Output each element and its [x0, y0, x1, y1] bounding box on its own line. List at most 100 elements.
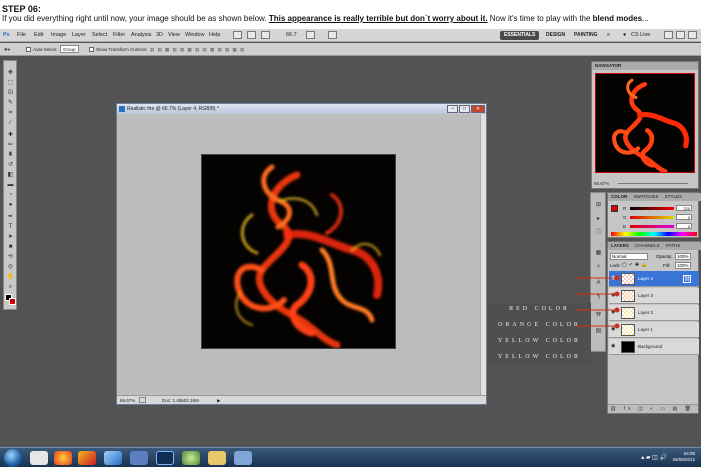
3d-camera-tool-icon[interactable]: ◎: [6, 263, 15, 271]
color-g-slider[interactable]: [630, 216, 674, 219]
dodge-tool-icon[interactable]: ●: [6, 201, 15, 209]
bridge-icon[interactable]: [233, 31, 242, 39]
brush-tool-icon[interactable]: ✏: [6, 141, 15, 149]
crop-tool-icon[interactable]: ⌗: [6, 109, 15, 117]
color-b-slider[interactable]: [630, 225, 674, 228]
quick-select-tool-icon[interactable]: ✎: [6, 99, 15, 107]
auto-select-option[interactable]: Auto-Select:: [26, 47, 58, 53]
workspace-essentials[interactable]: ESSENTIALS: [500, 31, 540, 40]
layer-name[interactable]: Layer 1: [638, 327, 653, 332]
layer-row-background[interactable]: ◉ Background: [609, 339, 699, 355]
photoshop-taskbar-icon[interactable]: [156, 451, 174, 465]
restore-app-icon[interactable]: [676, 31, 685, 39]
explorer-window-icon[interactable]: [130, 451, 148, 465]
chrome-icon[interactable]: [54, 451, 72, 465]
folder-icon[interactable]: [208, 451, 226, 465]
tab-swatches[interactable]: SWATCHES: [634, 194, 659, 199]
document-canvas[interactable]: [201, 154, 396, 349]
doc-minimize-button[interactable]: –: [447, 105, 458, 113]
lock-icons[interactable]: ▢✓✥🔒: [622, 262, 649, 268]
monitor-icon[interactable]: [234, 451, 252, 465]
color-r-slider[interactable]: [630, 207, 674, 210]
move-tool-icon[interactable]: ✥: [6, 69, 15, 77]
arrange-icon[interactable]: [306, 31, 315, 39]
status-icon[interactable]: [139, 397, 146, 403]
blend-mode-dropdown[interactable]: Normal: [610, 253, 648, 260]
transform-checkbox[interactable]: [89, 47, 94, 53]
lasso-tool-icon[interactable]: ᘏ: [6, 89, 15, 97]
navigator-preview[interactable]: [595, 73, 695, 173]
layer-link-icon[interactable]: ⛓: [683, 275, 691, 283]
navigator-tab[interactable]: NAVIGATOR: [592, 62, 698, 70]
system-tray-icons[interactable]: ▴ ▰ ◫ 🔊: [641, 454, 667, 461]
layers-footer-icons[interactable]: ⛓ fx ◫ ◐ ▭ ▤ 🗑: [608, 404, 698, 413]
minibridge-icon[interactable]: [247, 31, 256, 39]
visibility-eye-icon[interactable]: ◉: [611, 343, 617, 349]
transform-option[interactable]: Show Transform Controls: [89, 47, 147, 53]
color-foreground-swatch[interactable]: [611, 205, 618, 212]
color-r-value[interactable]: 220: [676, 205, 692, 211]
doc-maximize-button[interactable]: □: [459, 105, 470, 113]
move-tool-icon[interactable]: ✥▾: [4, 47, 10, 53]
healing-tool-icon[interactable]: ✚: [6, 131, 15, 139]
zoom-tool-icon[interactable]: ⌕: [6, 283, 15, 291]
menu-view[interactable]: View: [168, 32, 180, 38]
color-spectrum[interactable]: [611, 232, 697, 236]
auto-select-dropdown[interactable]: Group: [60, 45, 79, 53]
status-zoom[interactable]: 66.67%: [120, 396, 135, 405]
media-icon[interactable]: [182, 451, 200, 465]
color-g-value[interactable]: 0: [676, 214, 692, 220]
menu-window[interactable]: Window: [185, 32, 205, 38]
shape-tool-icon[interactable]: ■: [6, 243, 15, 251]
eraser-tool-icon[interactable]: ◧: [6, 171, 15, 179]
fill-field[interactable]: 100%: [675, 262, 691, 269]
align-icons[interactable]: ▥ ▤ ▦ ▧ ▨ ▩ ▥ ▤ ▦ ▧ ▨ ▩ ▥: [150, 47, 245, 53]
extras-icon[interactable]: [261, 31, 270, 39]
navigator-slider[interactable]: [618, 183, 688, 184]
menu-3d[interactable]: 3D: [156, 32, 163, 38]
auto-select-checkbox[interactable]: [26, 47, 31, 53]
type-tool-icon[interactable]: T: [6, 223, 15, 231]
menu-filter[interactable]: Filter: [113, 32, 125, 38]
doc-close-button[interactable]: ✕: [471, 105, 485, 113]
flash-icon[interactable]: [78, 451, 96, 465]
menu-select[interactable]: Select: [92, 32, 107, 38]
hand-tool-icon[interactable]: ✋: [6, 273, 15, 281]
minimize-app-icon[interactable]: [664, 31, 673, 39]
tab-color[interactable]: COLOR: [611, 194, 627, 199]
cs-live-icon[interactable]: ●: [623, 32, 626, 38]
path-select-tool-icon[interactable]: ➤: [6, 233, 15, 241]
close-app-icon[interactable]: [688, 31, 697, 39]
opacity-field[interactable]: 100%: [675, 253, 691, 260]
tab-styles[interactable]: STYLES: [665, 194, 682, 199]
pen-tool-icon[interactable]: ✒: [6, 213, 15, 221]
calculator-icon[interactable]: [30, 451, 48, 465]
workspace-more[interactable]: »: [603, 31, 614, 40]
info-icon[interactable]: ⓘ: [594, 229, 603, 237]
clone-source-icon[interactable]: ✧: [594, 263, 603, 271]
marquee-tool-icon[interactable]: ⬚: [6, 79, 15, 87]
brush-presets-icon[interactable]: ▦: [594, 249, 603, 257]
menu-layer[interactable]: Layer: [72, 32, 86, 38]
history-icon[interactable]: ⊞: [594, 201, 603, 209]
background-color-swatch[interactable]: [9, 298, 16, 305]
paint-icon[interactable]: [104, 451, 122, 465]
workspace-painting[interactable]: PAINTING: [570, 31, 602, 40]
workspace-design[interactable]: DESIGN: [542, 31, 569, 40]
color-b-value[interactable]: 0: [676, 223, 692, 229]
menu-analysis[interactable]: Analysis: [131, 32, 151, 38]
layer-name[interactable]: Layer 4: [638, 276, 653, 281]
history-brush-tool-icon[interactable]: ↺: [6, 161, 15, 169]
gradient-tool-icon[interactable]: ▬: [6, 181, 15, 189]
menu-file[interactable]: File: [17, 32, 26, 38]
navigator-zoom[interactable]: 66.67%: [594, 181, 609, 186]
start-button[interactable]: [4, 449, 22, 467]
status-arrow-icon[interactable]: ▶: [217, 396, 220, 405]
menu-help[interactable]: Help: [209, 32, 220, 38]
layer-name[interactable]: Background: [638, 344, 662, 349]
zoom-level[interactable]: 66.7: [286, 32, 297, 38]
tab-paths[interactable]: PATHS: [666, 243, 680, 248]
actions-icon[interactable]: ▸: [594, 215, 603, 223]
tab-channels[interactable]: CHANNELS: [635, 243, 660, 248]
3d-rotate-tool-icon[interactable]: ⟲: [6, 253, 15, 261]
